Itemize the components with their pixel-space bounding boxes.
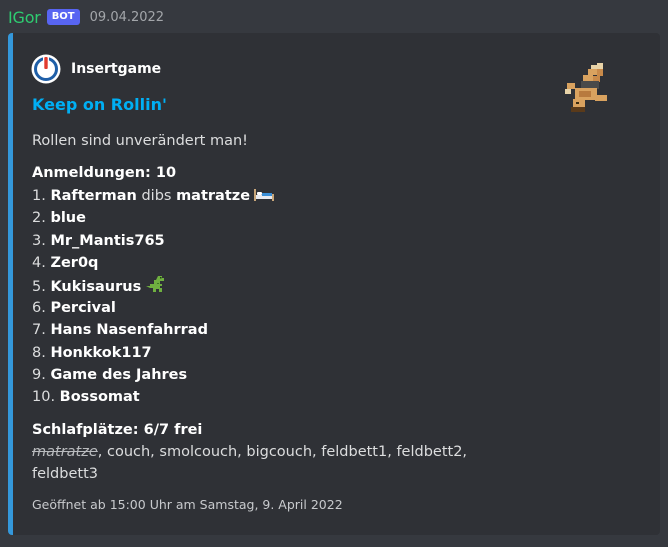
sleeping-spots-list: matratze, couch, smolcouch, bigcouch, fe…: [32, 441, 502, 486]
list-number: 3.: [32, 232, 46, 249]
player-name: Rafterman: [50, 187, 137, 204]
list-number: 6.: [32, 299, 46, 316]
player-name: blue: [50, 210, 86, 227]
bot-tag: BOT: [46, 9, 80, 25]
player-name: Honkkok117: [50, 344, 152, 361]
list-number: 9.: [32, 366, 46, 383]
list-number: 4.: [32, 254, 46, 271]
insertgame-logo-icon: [31, 54, 61, 84]
list-number: 8.: [32, 344, 46, 361]
list-item: 2. blue: [32, 207, 557, 229]
message-timestamp[interactable]: 09.04.2022: [90, 10, 164, 25]
taken-spot: matratze: [32, 444, 98, 461]
dinosaur-icon: [146, 276, 165, 293]
description-text: Rollen sind unverändert man!: [32, 133, 248, 149]
list-item: 5. Kukisaurus: [32, 274, 557, 296]
embed-description: Rollen sind unverändert man! Anmeldungen…: [32, 130, 557, 486]
player-name: Bossomat: [59, 389, 140, 406]
list-item: 9. Game des Jahres: [32, 364, 557, 386]
free-spots: , couch, smolcouch, bigcouch, feldbett1,…: [32, 444, 468, 483]
player-name: Kukisaurus: [50, 279, 142, 296]
list-item: 6. Percival: [32, 297, 557, 319]
list-number: 2.: [32, 210, 46, 227]
player-name: Hans Nasenfahrrad: [50, 322, 208, 339]
bed-icon: [254, 188, 275, 201]
list-number: 5.: [32, 279, 46, 296]
player-name: Percival: [50, 299, 116, 316]
embed-footer: Geöffnet ab 15:00 Uhr am Samstag, 9. Apr…: [32, 497, 343, 512]
registrations-heading: Anmeldungen: 10: [32, 165, 177, 182]
pixel-wrestler-sprite[interactable]: [561, 61, 617, 117]
embed-author: Insertgame: [31, 54, 161, 84]
list-item: 4. Zer0q: [32, 252, 557, 274]
player-name: Mr_Mantis765: [50, 232, 165, 249]
player-name: Zer0q: [50, 254, 99, 271]
embed-title[interactable]: Keep on Rollin': [32, 95, 167, 114]
list-item: 7. Hans Nasenfahrrad: [32, 319, 557, 341]
dibs-item: matratze: [176, 187, 251, 204]
list-number: 10.: [32, 389, 56, 406]
list-item: 10. Bossomat: [32, 386, 557, 408]
list-number: 1.: [32, 187, 46, 204]
player-name: Game des Jahres: [50, 366, 188, 383]
list-item: 8. Honkkok117: [32, 342, 557, 364]
rich-embed: Insertgame Keep on Rollin' Rollen sind u…: [8, 33, 660, 535]
dibs-text: dibs: [136, 187, 177, 204]
bot-username[interactable]: IGor: [8, 8, 41, 27]
list-number: 7.: [32, 322, 46, 339]
message-header: IGor BOT 09.04.2022: [8, 4, 164, 30]
embed-author-name[interactable]: Insertgame: [71, 61, 161, 77]
sleeping-spots-heading: Schlafplätze: 6/7 frei: [32, 421, 203, 438]
list-item: 3. Mr_Mantis765: [32, 230, 557, 252]
list-item: 1. Rafterman dibs matratze: [32, 185, 557, 207]
